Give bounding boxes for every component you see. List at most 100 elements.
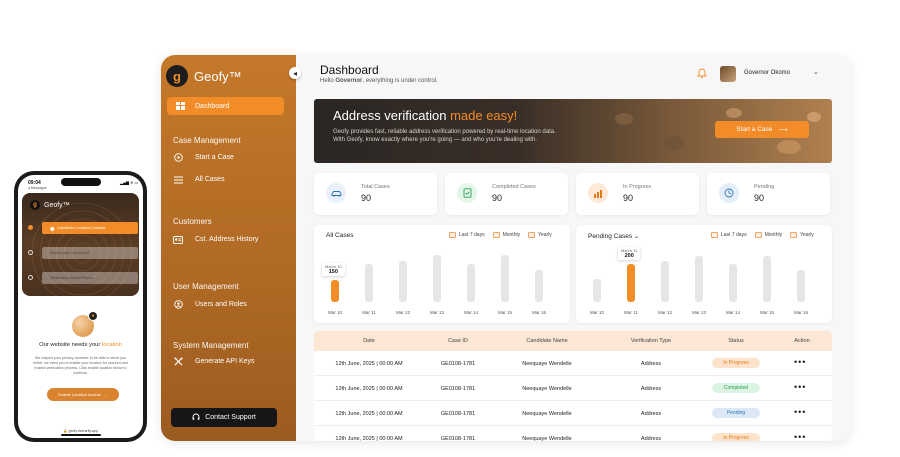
column-header: Status xyxy=(728,338,744,344)
x-tick-label: Mar 16 xyxy=(531,310,546,315)
chart-bar[interactable] xyxy=(399,260,407,302)
id-card-icon xyxy=(173,235,183,244)
chart-bar[interactable] xyxy=(729,263,737,302)
x-tick-label: Mar 12 xyxy=(395,310,410,315)
back-to-messages-link[interactable]: ◂ Messages xyxy=(28,186,47,190)
hero-banner: Address verification made easy! Geofy pr… xyxy=(314,99,832,163)
sidebar-item-label: All Cases xyxy=(195,176,225,183)
location-pin-icon: ● xyxy=(88,311,98,321)
tools-icon xyxy=(173,357,183,366)
user-name[interactable]: Governor Okomo xyxy=(744,70,790,76)
cell-verification-type: Address xyxy=(640,436,662,441)
x-tick-label: Mar 10 xyxy=(589,310,604,315)
stat-value: 90 xyxy=(754,193,765,203)
step-dot xyxy=(28,275,33,280)
check-doc-icon xyxy=(457,183,477,203)
section-case-management: Case Management xyxy=(173,136,241,145)
step-label: Submit your Document xyxy=(50,251,89,255)
chart-bar[interactable] xyxy=(365,263,373,302)
contact-support-button[interactable]: Contact Support xyxy=(171,408,277,427)
sidebar-item-users-roles[interactable]: Users and Roles xyxy=(173,300,247,309)
stat-card-in-progress[interactable]: In Progress 90 xyxy=(576,173,699,215)
brand-logo[interactable]: g Geofy™ xyxy=(166,65,242,87)
column-header: Action xyxy=(794,338,810,344)
row-actions-menu-icon[interactable]: ••• xyxy=(794,357,806,367)
stat-card-total[interactable]: Total Cases 90 xyxy=(314,173,437,215)
stat-card-pending[interactable]: Pending 90 xyxy=(707,173,830,215)
chart-panel-pending-cases: Pending Cases ⌄ Last 7 days Monthly Year… xyxy=(576,225,832,323)
stat-label: In Progress xyxy=(623,184,652,190)
chart-bar[interactable] xyxy=(763,255,771,302)
enable-location-label: Enable Location Access xyxy=(58,392,101,397)
step-label: Candidate Location Consent xyxy=(57,226,106,230)
x-tick-label: Mar 14 xyxy=(463,310,478,315)
notification-bell-icon[interactable] xyxy=(696,68,708,82)
chart-bar[interactable] xyxy=(593,278,601,302)
mobile-device: 09:04 ◂ Messages ▂▄▆ ≋ ▭ g Geofy™ ⬤ Candid… xyxy=(14,171,147,442)
table-row[interactable]: 12th June, 2025 | 00:00 AM GE0108-1781 Nee… xyxy=(314,401,832,426)
greeting-suffix: , everything is under control. xyxy=(362,78,438,84)
step-location-consent[interactable]: ⬤ Candidate Location Consent xyxy=(42,222,138,234)
stat-value: 90 xyxy=(492,193,503,203)
chart-bar[interactable] xyxy=(797,270,805,302)
geofy-logo-icon: g xyxy=(30,200,40,210)
start-case-button[interactable]: Start a Case ⟶ xyxy=(715,121,809,138)
chart-bar[interactable] xyxy=(433,254,441,302)
step-dot-active xyxy=(28,225,33,230)
cell-case-id: GE0108-1781 xyxy=(440,361,476,367)
sidebar-item-api-keys[interactable]: Generate API Keys xyxy=(173,357,255,366)
step-verification-status[interactable]: Verification Status/Report xyxy=(42,272,138,284)
sidebar-item-address-history[interactable]: Cst. Address History xyxy=(173,235,258,244)
mobile-hero-card: g Geofy™ ⬤ Candidate Location Consent Subm… xyxy=(22,193,139,296)
browser-url: 🔒 geofy.riverarity.app xyxy=(63,429,98,433)
cell-candidate-name: Neequaye Wendelle xyxy=(522,436,572,441)
x-tick-label: Mar 13 xyxy=(429,310,444,315)
tooltip-value: 200 xyxy=(624,252,634,259)
sidebar-item-dashboard[interactable]: Dashboard xyxy=(167,97,284,115)
location-prompt-heading: Our website needs your location xyxy=(18,342,143,348)
row-actions-menu-icon[interactable]: ••• xyxy=(794,432,806,441)
chart-bar[interactable] xyxy=(331,279,339,302)
row-actions-menu-icon[interactable]: ••• xyxy=(794,407,806,417)
brand-name: Geofy™ xyxy=(194,68,242,84)
enable-location-button[interactable]: Enable Location Access → xyxy=(47,388,119,401)
table-row[interactable]: 12th June, 2025 | 00:00 AM GE0108-1781 Nee… xyxy=(314,376,832,401)
chart-bar[interactable] xyxy=(695,255,703,302)
greeting-prefix: Hello xyxy=(320,78,336,84)
step-submit-document[interactable]: Submit your Document xyxy=(42,247,138,259)
arrow-right-icon: → xyxy=(103,392,108,397)
chart-tooltip: March 11 200 xyxy=(618,246,641,260)
banner-title: Address verification made easy! xyxy=(333,108,517,123)
step-dot xyxy=(28,250,33,255)
x-tick-label: Mar 14 xyxy=(725,310,740,315)
table-row[interactable]: 12th June, 2025 | 00:00 AM GE0108-1781 Nee… xyxy=(314,426,832,441)
avatar[interactable] xyxy=(720,66,736,82)
chart-bar[interactable] xyxy=(501,254,509,302)
status-icons: ▂▄▆ ≋ ▭ xyxy=(120,180,139,185)
stat-label: Completed Cases xyxy=(492,184,536,190)
row-actions-menu-icon[interactable]: ••• xyxy=(794,382,806,392)
arrow-right-icon: ⟶ xyxy=(778,126,788,134)
x-tick-label: Mar 11 xyxy=(624,310,638,315)
desktop-app-window: g Geofy™ ◂ Dashboard Case Management Sta… xyxy=(161,55,851,441)
heading-main: Our website needs your xyxy=(39,342,102,348)
x-tick-label: Mar 10 xyxy=(327,310,342,315)
stat-label: Pending xyxy=(754,184,775,190)
bar-chart: Mar 10 Mar 11 Mar 12 Mar 13 Mar 14 Mar 15 Mar … xyxy=(314,225,570,323)
chart-bar[interactable] xyxy=(661,260,669,302)
status-badge: Pending xyxy=(712,408,760,418)
table-row[interactable]: 12th June, 2025 | 00:00 AM GE0108-1781 Nee… xyxy=(314,351,832,376)
mobile-screen: 09:04 ◂ Messages ▂▄▆ ≋ ▭ g Geofy™ ⬤ Candid… xyxy=(18,175,143,438)
sidebar: g Geofy™ ◂ Dashboard Case Management Sta… xyxy=(161,55,301,441)
chart-bar[interactable] xyxy=(467,263,475,302)
sidebar-item-start-case[interactable]: Start a Case xyxy=(173,153,234,162)
bar-chart: Mar 10 Mar 11 Mar 12 Mar 13 Mar 14 Mar 15 Mar … xyxy=(576,225,832,323)
chart-tooltip: March 10 150 xyxy=(322,262,345,276)
stat-card-completed[interactable]: Completed Cases 90 xyxy=(445,173,568,215)
chevron-down-icon[interactable]: ⌄ xyxy=(813,68,819,76)
sidebar-item-all-cases[interactable]: All Cases xyxy=(173,175,225,184)
chart-bar[interactable] xyxy=(535,269,543,302)
mobile-brand-name: Geofy™ xyxy=(44,201,70,209)
cell-case-id: GE0108-1781 xyxy=(440,386,476,392)
chart-bar[interactable] xyxy=(627,263,635,302)
